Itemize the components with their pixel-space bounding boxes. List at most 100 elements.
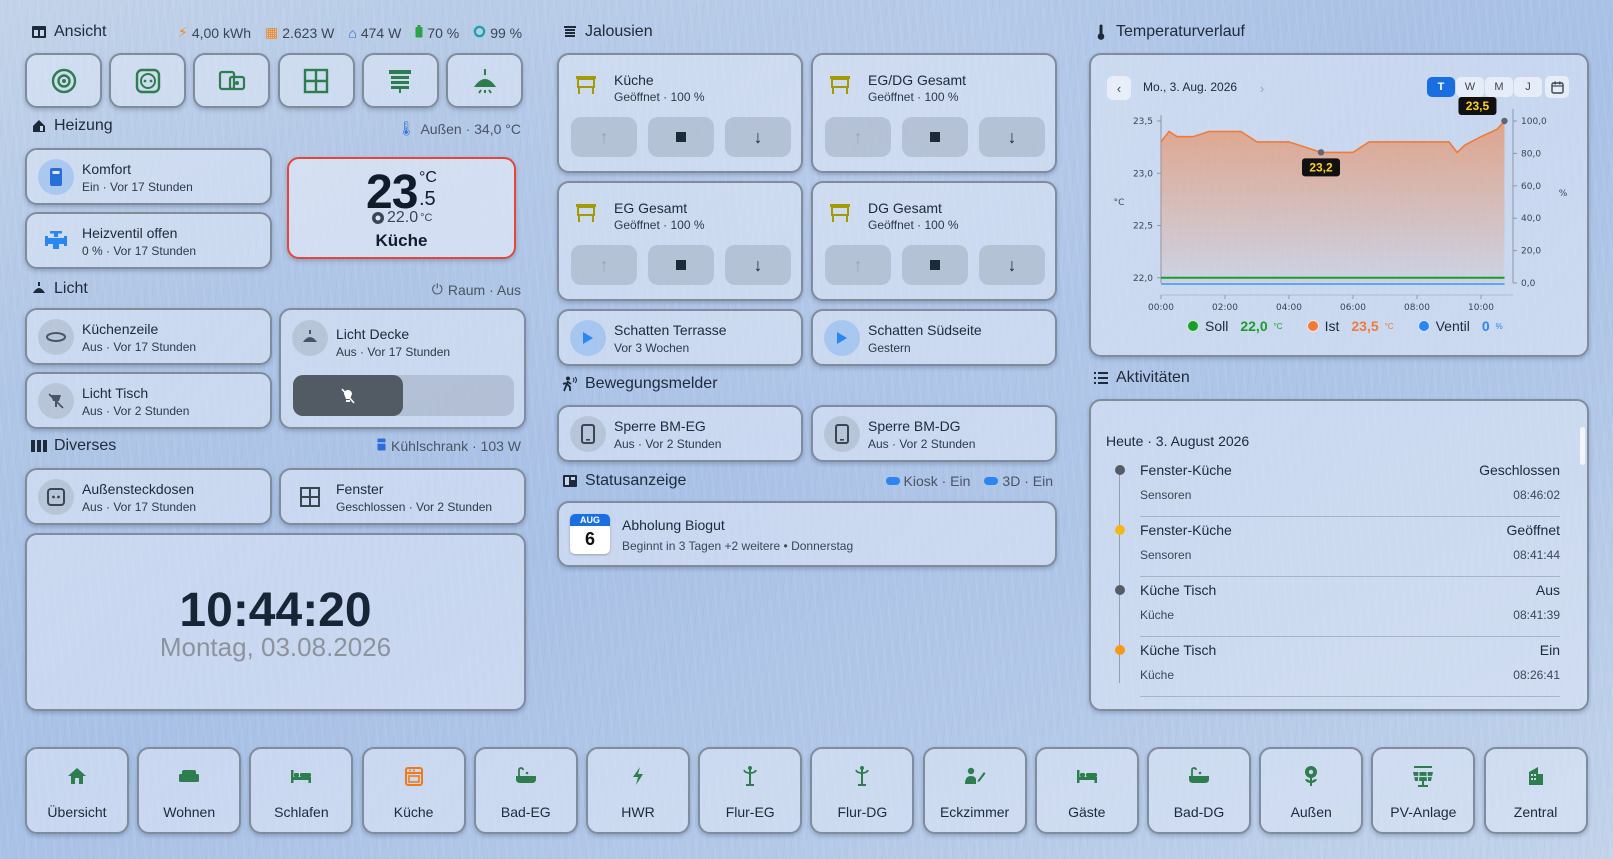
brightness-slider[interactable]	[293, 375, 514, 416]
nav-button-wohnen[interactable]: Wohnen	[137, 747, 242, 834]
view-button-power-socket[interactable]	[109, 53, 187, 108]
section-title: Bewegungsmelder	[585, 375, 718, 392]
activities-scrollbar[interactable]	[1580, 427, 1585, 465]
view-button-devices[interactable]	[193, 53, 271, 108]
blind-stop-button[interactable]	[902, 117, 968, 157]
nav-button-übersicht[interactable]: Übersicht	[25, 747, 129, 834]
nav-label: Zentral	[1513, 804, 1558, 820]
blind-title: Küche	[614, 72, 654, 88]
nav-label: Schlafen	[274, 804, 329, 820]
section-statusanzeige: Statusanzeige	[562, 472, 686, 490]
tile-status: Aus · Vor 17 Stunden	[82, 340, 197, 354]
kuechenzeile-tile[interactable]: Küchenzeile Aus · Vor 17 Stunden	[25, 308, 272, 365]
activity-row[interactable]: Küche Tisch Küche Ein 08:26:41	[1140, 638, 1560, 697]
nav-button-außen[interactable]: Außen	[1259, 747, 1364, 834]
nav-label: Eckzimmer	[939, 804, 1010, 820]
nav-button-hwr[interactable]: HWR	[586, 747, 690, 834]
blind-stop-button[interactable]	[648, 117, 714, 157]
sperre-bm-dg-tile[interactable]: Sperre BM-DG Aus · Vor 2 Stunden	[811, 405, 1057, 462]
blind-status: Geöffnet · 100 %	[868, 218, 959, 232]
section-bewegungsmelder: Bewegungsmelder	[562, 375, 718, 393]
nav-button-zentral[interactable]: Zentral	[1483, 747, 1588, 834]
thermostat-card[interactable]: 23 °C .5 22.0 °C Küche	[287, 157, 516, 259]
activity-row[interactable]: Fenster-Küche Sensoren Geschlossen 08:46…	[1140, 458, 1560, 517]
tile-status: 0 % · Vor 17 Stunden	[82, 244, 197, 258]
activity-area: Sensoren	[1140, 488, 1192, 502]
legend-item[interactable]: Ist 23,5 °C	[1306, 318, 1394, 334]
target-icon	[371, 211, 385, 225]
blind-down-button[interactable]: ↓	[725, 245, 791, 285]
licht-tisch-tile[interactable]: Licht Tisch Aus · Vor 2 Stunden	[25, 372, 272, 429]
y-tick-label-right: 20,0	[1521, 247, 1541, 257]
activity-state: Ein	[1539, 642, 1560, 658]
series-ist-area	[1161, 121, 1505, 283]
timeline-dot	[1115, 465, 1125, 475]
y-tick-label-right: 60,0	[1521, 182, 1541, 192]
blind-down-button[interactable]: ↓	[979, 117, 1045, 157]
nav-button-küche[interactable]: Küche	[361, 747, 466, 834]
flower-icon	[1302, 765, 1320, 787]
annotation-label: 23,5	[1466, 99, 1490, 113]
nav-label: Wohnen	[163, 804, 216, 820]
blind-up-button[interactable]: ↑	[825, 117, 891, 157]
activity-row[interactable]: Küche Tisch Küche Aus 08:41:39	[1140, 578, 1560, 637]
nav-label: Flur-DG	[837, 804, 888, 820]
nav-button-pv-anlage[interactable]: PV-Anlage	[1371, 747, 1476, 834]
annotation-point	[1501, 117, 1508, 125]
kiosk-toggle[interactable]: Kiosk · Ein	[885, 473, 970, 489]
nav-button-bad-dg[interactable]: Bad-DG	[1147, 747, 1251, 834]
legend-dot	[1187, 320, 1199, 332]
tile-status: Geschlossen · Vor 2 Stunden	[336, 500, 493, 514]
arrow-down-icon: ↓	[753, 126, 763, 147]
x-tick-label: 08:00	[1404, 303, 1430, 313]
aussensteckdosen-tile[interactable]: Außensteckdosen Aus · Vor 17 Stunden	[25, 468, 272, 525]
blind-stop-button[interactable]	[648, 245, 714, 285]
energy-summary: ⚡ 4,00 kWh ▦ 2.623 W ⌂ 474 W 70 % 99 %	[178, 24, 522, 41]
view-button-eye[interactable]	[25, 53, 102, 108]
komfort-tile[interactable]: Komfort Ein · Vor 17 Stunden	[25, 148, 272, 205]
legend-label: Ist	[1324, 318, 1340, 334]
blind-up-button[interactable]: ↑	[571, 245, 637, 285]
activity-name: Fenster-Küche	[1140, 462, 1232, 478]
nav-button-gäste[interactable]: Gäste	[1034, 747, 1139, 834]
section-ansicht: Ansicht	[31, 23, 106, 41]
fenster-tile[interactable]: Fenster Geschlossen · Vor 2 Stunden	[279, 468, 526, 525]
nav-button-flur-eg[interactable]: Flur-EG	[698, 747, 803, 834]
nav-button-flur-dg[interactable]: Flur-DG	[810, 747, 915, 834]
power-value: 2.623 W	[282, 24, 335, 41]
blind-up-button[interactable]: ↑	[571, 117, 637, 157]
blind-stop-button[interactable]	[902, 245, 968, 285]
scene-schatten-suedseite[interactable]: Schatten Südseite Gestern	[811, 309, 1057, 366]
blind-down-button[interactable]: ↓	[725, 117, 791, 157]
blind-down-button[interactable]: ↓	[979, 245, 1045, 285]
arrow-down-icon: ↓	[1007, 126, 1017, 147]
ceiling-light-icon	[292, 320, 328, 356]
heizventil-tile[interactable]: Heizventil offen 0 % · Vor 17 Stunden	[25, 212, 272, 269]
threed-toggle[interactable]: 3D · Ein	[984, 473, 1053, 489]
blind-title: EG/DG Gesamt	[868, 72, 967, 88]
licht-decke-tile[interactable]: Licht Decke Aus · Vor 17 Stunden	[279, 308, 526, 429]
activity-name: Küche Tisch	[1140, 642, 1217, 658]
tile-title: Schatten Südseite	[868, 322, 982, 338]
legend-item[interactable]: Ventil 0%	[1417, 318, 1503, 334]
nav-button-bad-eg[interactable]: Bad-EG	[473, 747, 578, 834]
blind-title: DG Gesamt	[868, 200, 942, 216]
section-title: Licht	[54, 280, 88, 297]
view-dashboard-icon	[31, 24, 47, 40]
thermometer-icon	[1093, 24, 1109, 40]
event-card[interactable]: AUG 6 Abholung Biogut Beginnt in 3 Tagen…	[557, 501, 1057, 567]
nav-button-schlafen[interactable]: Schlafen	[249, 747, 354, 834]
blind-up-button[interactable]: ↑	[825, 245, 891, 285]
nav-button-eckzimmer[interactable]: Eckzimmer	[922, 747, 1027, 834]
view-button-blinds[interactable]	[361, 53, 439, 108]
activity-time: 08:46:02	[1513, 488, 1560, 502]
section-heizung: Heizung	[31, 117, 113, 135]
activity-row[interactable]: Fenster-Küche Sensoren Geöffnet 08:41:44	[1140, 518, 1560, 577]
toggle-on-icon	[984, 477, 999, 485]
house-icon: ⌂	[348, 24, 357, 41]
view-button-window[interactable]	[277, 53, 355, 108]
view-button-ceiling-light[interactable]	[446, 53, 523, 108]
legend-item[interactable]: Soll 22,0 °C	[1187, 318, 1283, 334]
sperre-bm-eg-tile[interactable]: Sperre BM-EG Aus · Vor 2 Stunden	[557, 405, 803, 462]
scene-schatten-terrasse[interactable]: Schatten Terrasse Vor 3 Wochen	[557, 309, 803, 366]
